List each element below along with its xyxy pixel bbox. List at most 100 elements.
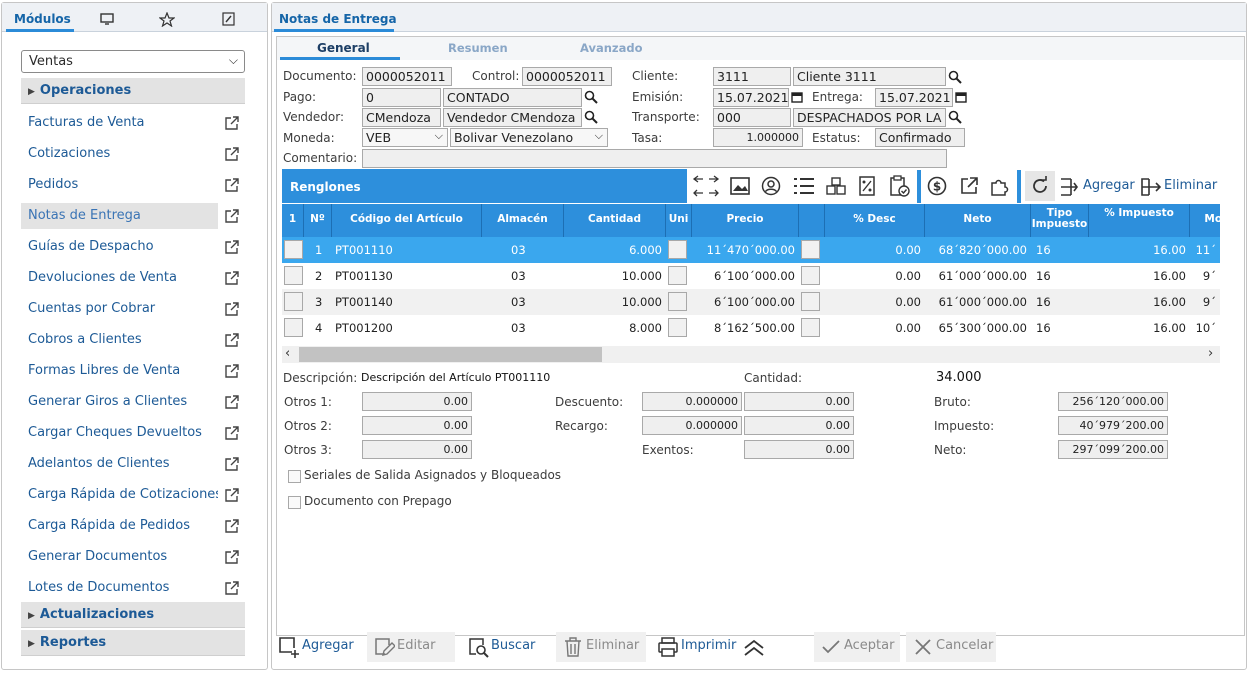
table-row[interactable]: 3 PT001140 03 10.000 6´100´000.00 0.00 61´000´… xyxy=(282,289,1220,315)
external-link-icon[interactable] xyxy=(225,519,239,533)
otros3-field[interactable]: 0.00 xyxy=(362,440,472,459)
table-row[interactable]: 1 PT001110 03 6.000 11´470´000.00 0.00 68´820´… xyxy=(282,237,1220,263)
section-reportes[interactable]: ▶ Reportes xyxy=(21,630,245,656)
scrollbar-thumb[interactable] xyxy=(299,347,602,362)
header-col-precio[interactable]: Precio xyxy=(692,204,799,237)
menu-item-cargar-cheques-devueltos[interactable]: Cargar Cheques Devueltos xyxy=(21,420,218,446)
otros1-field[interactable]: 0.00 xyxy=(362,392,472,411)
header-col-neto[interactable]: Neto xyxy=(925,204,1031,237)
emision-field[interactable]: 15.07.2021 xyxy=(713,88,789,107)
menu-item-adelantos-de-clientes[interactable]: Adelantos de Clientes xyxy=(21,451,218,477)
search-icon[interactable] xyxy=(584,110,598,124)
module-select[interactable]: Ventas ⌵ xyxy=(21,50,245,73)
buscar-button[interactable]: Buscar xyxy=(461,632,551,662)
vendedor-code-field[interactable]: CMendoza xyxy=(362,108,441,127)
external-link-icon[interactable] xyxy=(225,271,239,285)
table-row[interactable]: 2 PT001130 03 10.000 6´100´000.00 0.00 61´000´… xyxy=(282,263,1220,289)
menu-item-formas-libres-de-venta[interactable]: Formas Libres de Venta xyxy=(21,358,218,384)
menu-item-devoluciones-de-venta[interactable]: Devoluciones de Venta xyxy=(21,265,218,291)
header-col-unidad[interactable]: Uni xyxy=(666,204,692,237)
external-link-icon[interactable] xyxy=(225,550,239,564)
menu-item-pedidos[interactable]: Pedidos xyxy=(21,172,218,198)
search-icon[interactable] xyxy=(948,110,962,124)
header-col-desc[interactable]: % Desc xyxy=(825,204,925,237)
tab-resumen[interactable]: Resumen xyxy=(448,41,508,55)
agregar-renglon-button[interactable]: Agregar xyxy=(1059,176,1135,198)
external-link-icon[interactable] xyxy=(225,364,239,378)
menu-item-facturas-de-venta[interactable]: Facturas de Venta xyxy=(21,110,218,136)
recargo-pct-field[interactable]: 0.000000 xyxy=(642,416,742,435)
tools-icon[interactable] xyxy=(222,12,235,26)
row-select-box[interactable] xyxy=(284,292,303,311)
section-actualizaciones[interactable]: ▶ Actualizaciones xyxy=(21,602,245,628)
percent-doc-icon[interactable] xyxy=(858,176,876,196)
external-link-icon[interactable] xyxy=(225,116,239,130)
external-link-icon[interactable] xyxy=(225,209,239,223)
recargo-field[interactable]: 0.00 xyxy=(744,416,854,435)
external-link-icon[interactable] xyxy=(225,426,239,440)
seriales-checkbox[interactable] xyxy=(288,470,301,483)
external-link-icon[interactable] xyxy=(959,176,979,196)
menu-item-generar-giros-a-clientes[interactable]: Generar Giros a Clientes xyxy=(21,389,218,415)
external-link-icon[interactable] xyxy=(225,178,239,192)
image-icon[interactable] xyxy=(730,177,750,195)
user-icon[interactable] xyxy=(761,176,781,196)
transporte-code-field[interactable]: 000 xyxy=(713,108,791,127)
unit-picker-box[interactable] xyxy=(668,318,687,337)
editar-button[interactable]: Editar xyxy=(367,632,455,662)
price-picker-box[interactable] xyxy=(801,292,820,311)
external-link-icon[interactable] xyxy=(225,488,239,502)
row-select-box[interactable] xyxy=(284,318,303,337)
unit-picker-box[interactable] xyxy=(668,266,687,285)
monitor-icon[interactable] xyxy=(100,13,114,25)
tasa-field[interactable]: 1.000000 xyxy=(713,128,803,147)
documento-field[interactable]: 0000052011 xyxy=(362,67,452,86)
menu-item-cuentas-por-cobrar[interactable]: Cuentas por Cobrar xyxy=(21,296,218,322)
unit-picker-box[interactable] xyxy=(668,240,687,259)
header-col-pct-impuesto[interactable]: % Impuesto xyxy=(1089,204,1190,237)
menu-item-carga-rapida-de-pedidos[interactable]: Carga Rápida de Pedidos xyxy=(21,513,218,539)
list-icon[interactable] xyxy=(793,177,815,195)
section-operaciones[interactable]: ▶ Operaciones xyxy=(21,78,245,104)
comentario-field[interactable] xyxy=(362,149,947,168)
menu-item-generar-documentos[interactable]: Generar Documentos xyxy=(21,544,218,570)
refresh-button[interactable] xyxy=(1025,171,1055,201)
menu-item-cobros-a-clientes[interactable]: Cobros a Clientes xyxy=(21,327,218,353)
puzzle-icon[interactable] xyxy=(989,175,1011,197)
resize-columns-icon[interactable] xyxy=(692,172,720,200)
aceptar-button[interactable]: Aceptar xyxy=(814,632,900,662)
moneda-select[interactable]: VEB ⌵ xyxy=(362,128,448,147)
cancelar-button[interactable]: Cancelar xyxy=(906,632,996,662)
calendar-icon[interactable] xyxy=(791,91,803,103)
external-link-icon[interactable] xyxy=(225,581,239,595)
external-link-icon[interactable] xyxy=(225,147,239,161)
otros2-field[interactable]: 0.00 xyxy=(362,416,472,435)
header-col-cantidad[interactable]: Cantidad xyxy=(564,204,666,237)
header-col-almacen[interactable]: Almacén xyxy=(482,204,564,237)
price-picker-box[interactable] xyxy=(801,318,820,337)
header-col-numero[interactable]: Nº xyxy=(304,204,332,237)
tab-general[interactable]: General xyxy=(317,41,370,55)
price-picker-box[interactable] xyxy=(801,266,820,285)
unit-picker-box[interactable] xyxy=(668,292,687,311)
cliente-code-field[interactable]: 3111 xyxy=(713,67,791,86)
entrega-field[interactable]: 15.07.2021 xyxy=(875,88,953,107)
horizontal-scrollbar[interactable]: ‹ › xyxy=(282,346,1220,363)
header-col-monto[interactable]: Mont xyxy=(1190,204,1220,237)
eliminar-button[interactable]: Eliminar xyxy=(556,632,646,662)
double-chevron-up-icon[interactable] xyxy=(743,639,765,657)
descuento-pct-field[interactable]: 0.000000 xyxy=(642,392,742,411)
calendar-icon[interactable] xyxy=(955,91,967,103)
descuento-field[interactable]: 0.00 xyxy=(744,392,854,411)
table-row[interactable]: 4 PT001200 03 8.000 8´162´500.00 0.00 65´300´0… xyxy=(282,315,1220,340)
window-title-tab[interactable]: Notas de Entrega xyxy=(279,12,397,26)
external-link-icon[interactable] xyxy=(225,240,239,254)
search-icon[interactable] xyxy=(948,70,962,84)
dollar-icon[interactable]: $ xyxy=(927,176,947,196)
moneda-name-select[interactable]: Bolivar Venezolano ⌵ xyxy=(450,128,608,147)
boxes-icon[interactable] xyxy=(825,177,847,195)
scroll-left-icon[interactable]: ‹ xyxy=(285,346,290,361)
external-link-icon[interactable] xyxy=(225,395,239,409)
tab-modulos[interactable]: Módulos xyxy=(14,12,71,26)
eliminar-renglon-button[interactable]: Eliminar xyxy=(1140,176,1217,198)
